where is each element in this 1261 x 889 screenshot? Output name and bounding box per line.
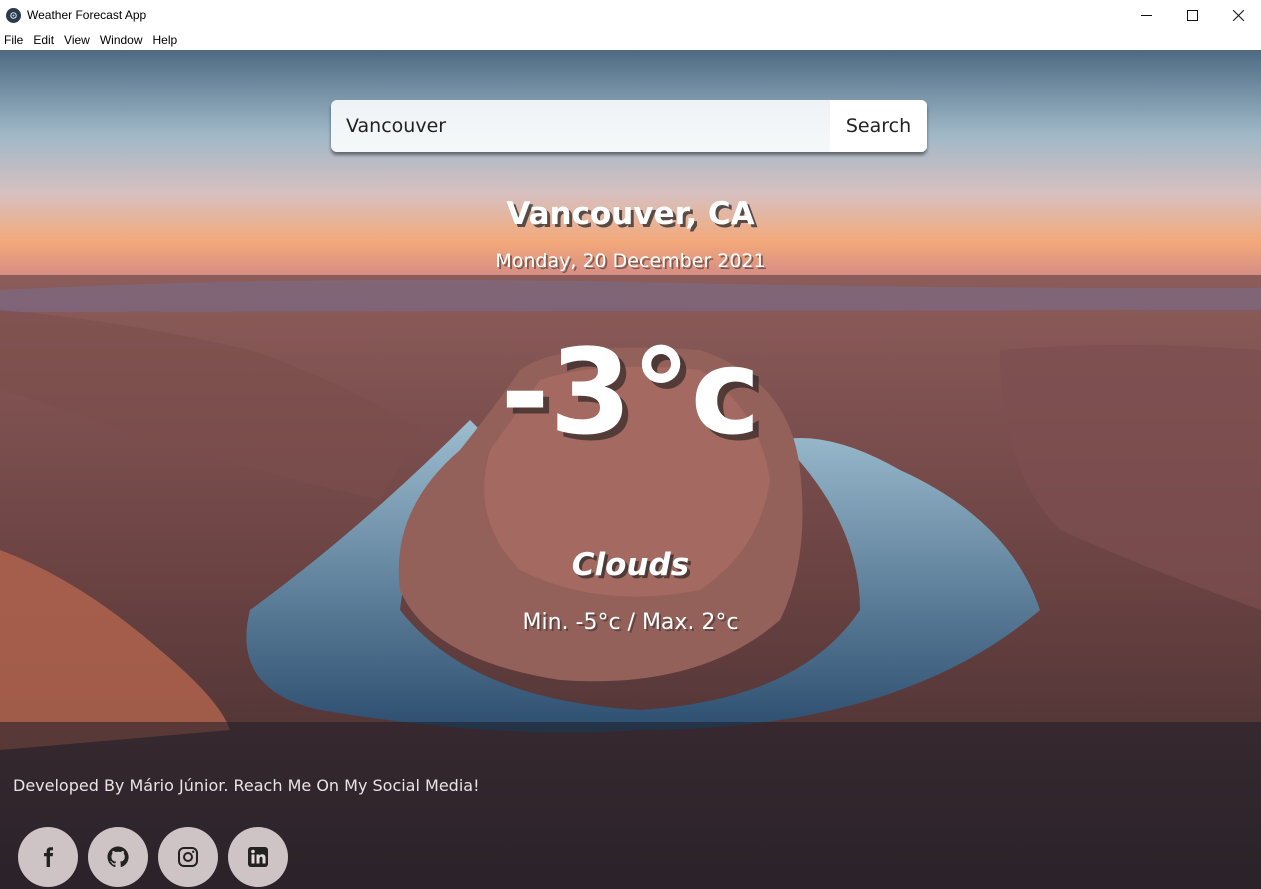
- menu-edit[interactable]: Edit: [29, 33, 60, 47]
- instagram-link[interactable]: [158, 827, 218, 887]
- title-bar: Weather Forecast App: [0, 0, 1261, 30]
- close-icon: [1232, 9, 1244, 21]
- weather-condition: Clouds: [571, 547, 690, 583]
- window-controls: [1123, 0, 1261, 30]
- linkedin-icon: [248, 847, 268, 867]
- search-bar: Search: [331, 100, 927, 152]
- search-input[interactable]: [331, 100, 830, 152]
- menu-bar: File Edit View Window Help: [0, 30, 1261, 50]
- maximize-icon: [1186, 9, 1198, 21]
- minimize-icon: [1140, 14, 1152, 16]
- location-name: Vancouver, CA: [506, 196, 755, 232]
- github-icon: [107, 846, 129, 868]
- menu-window[interactable]: Window: [96, 33, 149, 47]
- instagram-icon: [178, 847, 198, 867]
- minimize-button[interactable]: [1123, 0, 1169, 30]
- temperature: -3°c: [500, 323, 761, 461]
- current-date: Monday, 20 December 2021: [495, 250, 766, 272]
- window-title: Weather Forecast App: [27, 8, 147, 22]
- facebook-link[interactable]: [18, 827, 78, 887]
- search-button[interactable]: Search: [830, 100, 927, 152]
- background-scene: Search Vancouver, CA Monday, 20 December…: [0, 50, 1261, 889]
- min-max-temperature: Min. -5°c / Max. 2°c: [522, 610, 739, 635]
- close-button[interactable]: [1215, 0, 1261, 30]
- social-links: [18, 827, 288, 887]
- linkedin-link[interactable]: [228, 827, 288, 887]
- footer: Developed By Mário Júnior. Reach Me On M…: [0, 722, 1261, 889]
- facebook-icon: [44, 847, 54, 867]
- menu-help[interactable]: Help: [149, 33, 184, 47]
- app-icon: [6, 7, 21, 23]
- menu-file[interactable]: File: [0, 33, 29, 47]
- github-link[interactable]: [88, 827, 148, 887]
- maximize-button[interactable]: [1169, 0, 1215, 30]
- menu-view[interactable]: View: [60, 33, 96, 47]
- developer-credit: Developed By Mário Júnior. Reach Me On M…: [13, 776, 480, 795]
